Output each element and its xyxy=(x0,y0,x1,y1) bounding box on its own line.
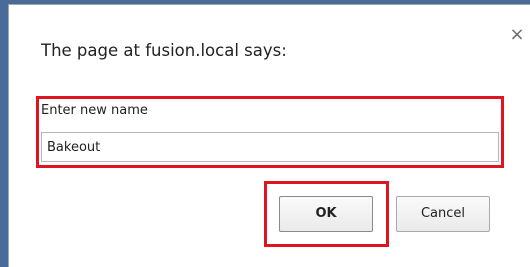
prompt-highlight-box: Enter new name xyxy=(36,96,504,168)
dialog-message: The page at fusion.local says: xyxy=(41,41,287,60)
close-icon[interactable]: × xyxy=(509,26,525,44)
prompt-label: Enter new name xyxy=(41,103,148,118)
page-backdrop-left xyxy=(0,0,8,267)
cancel-button[interactable]: Cancel xyxy=(396,196,490,232)
ok-button[interactable]: OK xyxy=(279,196,373,232)
name-input[interactable] xyxy=(41,132,499,162)
